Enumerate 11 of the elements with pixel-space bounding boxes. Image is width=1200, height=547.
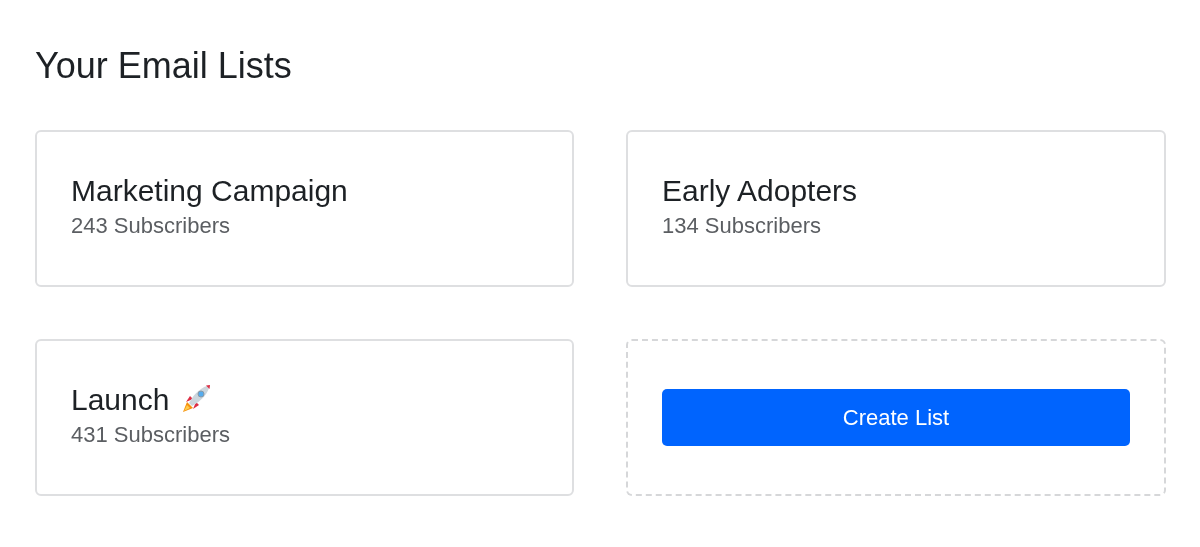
subscriber-count: 134 Subscribers xyxy=(662,212,822,239)
list-title: Launch xyxy=(71,381,170,418)
list-card[interactable]: Launch 431 Subscribers xyxy=(35,339,574,496)
page-heading: Your Email Lists xyxy=(35,44,293,88)
list-card[interactable]: Marketing Campaign 243 Subscribers xyxy=(35,130,574,287)
list-title: Early Adopters xyxy=(662,172,858,209)
create-list-button[interactable]: Create List xyxy=(662,389,1130,446)
subscriber-count: 431 Subscribers xyxy=(71,421,231,448)
subscriber-count: 243 Subscribers xyxy=(71,212,231,239)
list-title: Marketing Campaign xyxy=(71,172,348,209)
list-card[interactable]: Early Adopters 134 Subscribers xyxy=(626,130,1166,287)
